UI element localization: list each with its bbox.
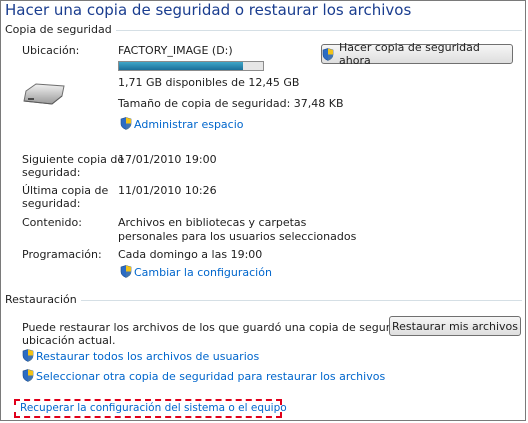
contents-label: Contenido: [22,216,82,229]
schedule-value: Cada domingo a las 19:00 [118,248,263,261]
last-backup-label-line1: Última copia de [22,184,109,197]
manage-space-link[interactable]: Administrar espacio [120,117,244,131]
shield-icon [120,265,132,278]
restore-description-line2: ubicación actual. [22,334,116,347]
change-settings-link[interactable]: Cambiar la configuración [120,265,272,279]
backup-now-button[interactable]: Hacer copia de seguridad ahora [321,41,513,67]
restore-description-line1: Puede restaurar los archivos de los que … [22,321,445,334]
backup-size-text: Tamaño de copia de seguridad: 37,48 KB [118,97,344,110]
last-backup-value: 11/01/2010 10:26 [118,184,217,197]
select-other-backup-link[interactable]: Seleccionar otra copia de seguridad para… [22,369,385,383]
disk-usage-bar-fill [119,62,243,70]
shield-icon [120,117,132,130]
restore-my-files-label: Restaurar mis archivos [391,319,519,333]
shield-icon [322,47,334,61]
restore-all-users-label: Restaurar todos los archivos de usuarios [36,350,260,363]
location-label: Ubicación: [22,44,80,57]
select-other-backup-label: Seleccionar otra copia de seguridad para… [36,370,386,383]
next-backup-label-line2: seguridad: [22,166,81,179]
page-title: Hacer una copia de seguridad o restaurar… [5,1,412,19]
contents-value-line1: Archivos en bibliotecas y carpetas [118,216,307,229]
change-settings-label: Cambiar la configuración [134,266,272,279]
schedule-label: Programación: [22,248,102,261]
shield-icon [22,349,34,362]
drive-icon [22,82,66,109]
restore-all-users-link[interactable]: Restaurar todos los archivos de usuarios [22,349,259,363]
contents-value-line2: personales para los usuarios seleccionad… [118,230,357,243]
backup-section-divider [90,30,522,31]
restore-my-files-button[interactable]: Restaurar mis archivos [389,316,521,336]
last-backup-label-line2: seguridad: [22,197,81,210]
restore-section-divider [76,300,522,301]
restore-section-title: Restauración [5,293,81,306]
recover-system-link[interactable]: Recuperar la configuración del sistema o… [20,402,287,414]
free-space-text: 1,71 GB disponibles de 12,45 GB [118,76,300,89]
disk-usage-bar [118,61,264,71]
next-backup-value: 17/01/2010 19:00 [118,153,217,166]
shield-icon [22,369,34,382]
manage-space-label: Administrar espacio [134,118,244,131]
backup-now-label: Hacer copia de seguridad ahora [339,41,480,67]
backup-section-title: Copia de seguridad [5,23,116,36]
drive-name: FACTORY_IMAGE (D:) [118,44,233,57]
next-backup-label-line1: Siguiente copia de [22,153,125,166]
